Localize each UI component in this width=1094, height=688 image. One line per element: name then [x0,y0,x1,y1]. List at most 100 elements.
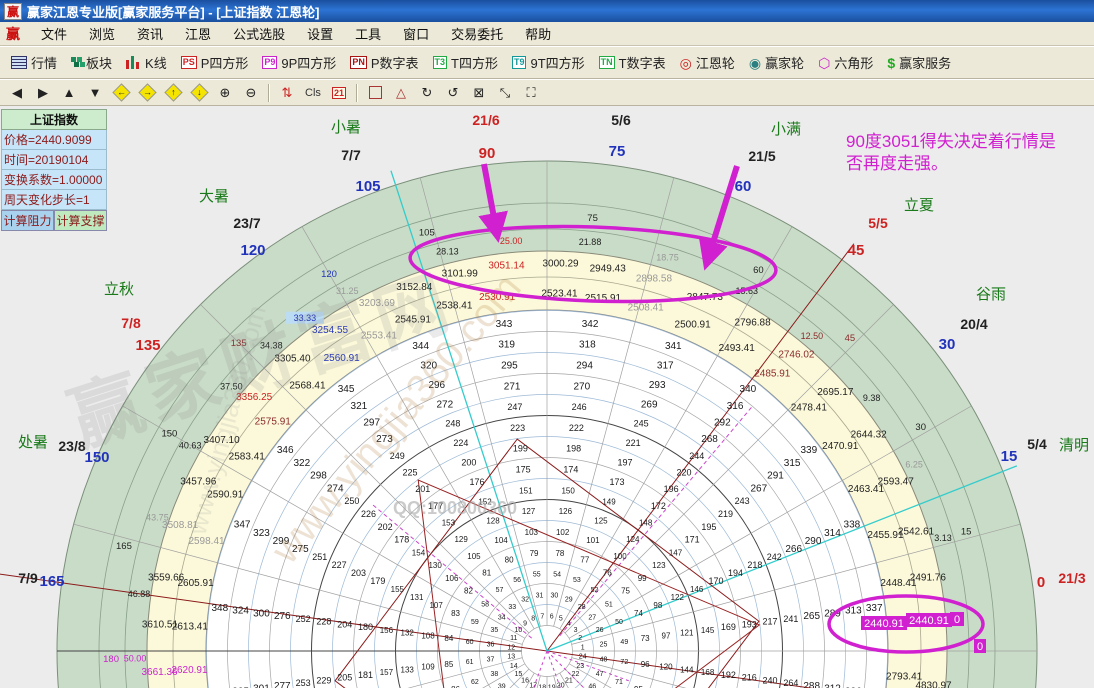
shift-down-button[interactable]: ↓ [186,81,212,104]
clear-box-button[interactable]: ⊠ [466,81,492,104]
kline-button[interactable]: K线 [121,50,172,75]
easel-button[interactable]: ⛶ [518,81,544,104]
degree-label: 45 [845,333,856,344]
menu-item-2[interactable]: 浏览 [78,22,126,45]
spiral-number: 71 [615,679,623,686]
menu-item-10[interactable]: 帮助 [514,22,562,45]
spiral-number: 180 [358,622,373,632]
t-table-button[interactable]: TNT数字表 [594,50,671,75]
9p-square-button[interactable]: P99P四方形 [257,50,341,75]
zoom-out-button[interactable]: ⊖ [238,81,264,104]
price-inner: 2613.41 [172,622,209,633]
price-inner: 2793.41 [886,671,923,682]
spiral-number: 48 [600,656,608,663]
spiral-number: 198 [566,444,581,454]
draw-triangle-button[interactable]: △ [388,81,414,104]
rim-label: 7/7 [341,147,361,163]
menu-item-6[interactable]: 设置 [296,22,344,45]
winner-service-button[interactable]: $赢家服务 [882,50,956,75]
shift-right-button[interactable]: → [134,81,160,104]
nav-left-button[interactable]: ◀ [4,81,30,104]
shift-up-button[interactable]: ↑ [160,81,186,104]
spiral-number: 269 [641,399,658,410]
spiral-number: 23 [576,663,584,670]
toolbar-button-label: T四方形 [451,53,498,72]
9t-square-button[interactable]: T99T四方形 [507,50,590,75]
updown-axis-button[interactable]: ⇅ [274,81,300,104]
spiral-number: 340 [740,384,757,395]
spiral-number: 149 [602,497,616,506]
spiral-number: 73 [641,634,650,643]
draw-rect-button[interactable] [362,81,388,104]
price-inner: 2508.41 [628,302,665,313]
price-outer: 2695.17 [817,387,854,398]
watermark-qq: QQ:100800360 [393,498,517,518]
menu-item-7[interactable]: 工具 [344,22,392,45]
price-outer: 2898.58 [636,274,673,285]
spiral-number: 195 [701,522,716,532]
hexagon-button[interactable]: ⬡六角形 [813,50,878,75]
rim-label: 清明 [1059,437,1089,454]
spiral-number: 170 [709,576,724,586]
spiral-number: 147 [669,548,683,557]
spiral-number: 32 [521,596,529,603]
app-icon: 赢 [4,3,22,20]
calc-support-button[interactable]: 计算支撑 [54,210,107,231]
spiral-number: 25 [600,642,608,649]
menu-item-4[interactable]: 江恩 [174,22,222,45]
fraction-label: 9.38 [863,393,881,403]
nav-up-button[interactable]: ▲ [56,81,82,104]
price-inner: 2620.91 [171,665,208,676]
menu-item-9[interactable]: 交易委托 [440,22,514,45]
degree-label: 15 [961,526,972,537]
spiral-number: 264 [783,678,798,688]
market-button[interactable]: 行情 [6,50,62,75]
spiral-number: 228 [316,617,331,627]
zoom-in-button[interactable]: ⊕ [212,81,238,104]
spiral-number: 318 [579,340,596,351]
shift-left-button[interactable]: ← [108,81,134,104]
t-square-button[interactable]: T3T四方形 [428,50,503,75]
toolbar-button-label: 行情 [31,53,57,72]
spiral-number: 31 [536,592,544,599]
nav-down-button[interactable]: ▼ [82,81,108,104]
price-outer: 2949.43 [590,263,627,274]
sector-button[interactable]: 板块 [66,50,117,75]
rim-label: 21/6 [472,112,499,128]
badge-icon: TN [599,56,615,69]
calendar-button[interactable]: 21 [326,81,352,104]
spiral-number: 293 [649,380,666,391]
gann-wheel-button[interactable]: ◎江恩轮 [675,50,740,75]
menu-item-8[interactable]: 窗口 [392,22,440,45]
degree-label: 165 [116,541,132,552]
p-square-button[interactable]: PSP四方形 [176,50,254,75]
spiral-number: 244 [689,451,704,461]
spiral-number: 36 [487,642,495,649]
fraction-label: 46.88 [128,589,151,599]
scale-button[interactable]: ⤡ [492,81,518,104]
spiral-number: 37 [487,656,495,663]
gann-wheel-canvas[interactable]: 1234567891011121314151617181920212223242… [0,106,1094,688]
spiral-number: 314 [824,528,841,539]
rotate-cw-button[interactable]: ↻ [414,81,440,104]
spiral-number: 98 [653,601,662,610]
rim-label: 165 [39,573,64,590]
badge-icon: PN [350,56,367,69]
calc-resistance-button[interactable]: 计算阻力 [1,210,54,231]
spiral-number: 100 [613,552,627,561]
nav-right-button[interactable]: ▶ [30,81,56,104]
spiral-number: 346 [277,445,294,456]
spiral-number: 49 [620,639,628,646]
menu-item-1[interactable]: 文件 [30,22,78,45]
rim-label: 120 [240,242,265,259]
spiral-number: 39 [498,684,506,688]
menu-item-5[interactable]: 公式选股 [222,22,296,45]
spiral-number: 132 [401,629,415,638]
toolbar-button-label: K线 [145,53,167,72]
p-table-button[interactable]: PNP数字表 [345,50,423,75]
cls-button[interactable]: Cls [300,81,326,104]
winner-wheel-button[interactable]: ◉赢家轮 [744,50,809,75]
menu-item-3[interactable]: 资讯 [126,22,174,45]
spiral-number: 270 [574,381,591,392]
rotate-ccw-button[interactable]: ↺ [440,81,466,104]
